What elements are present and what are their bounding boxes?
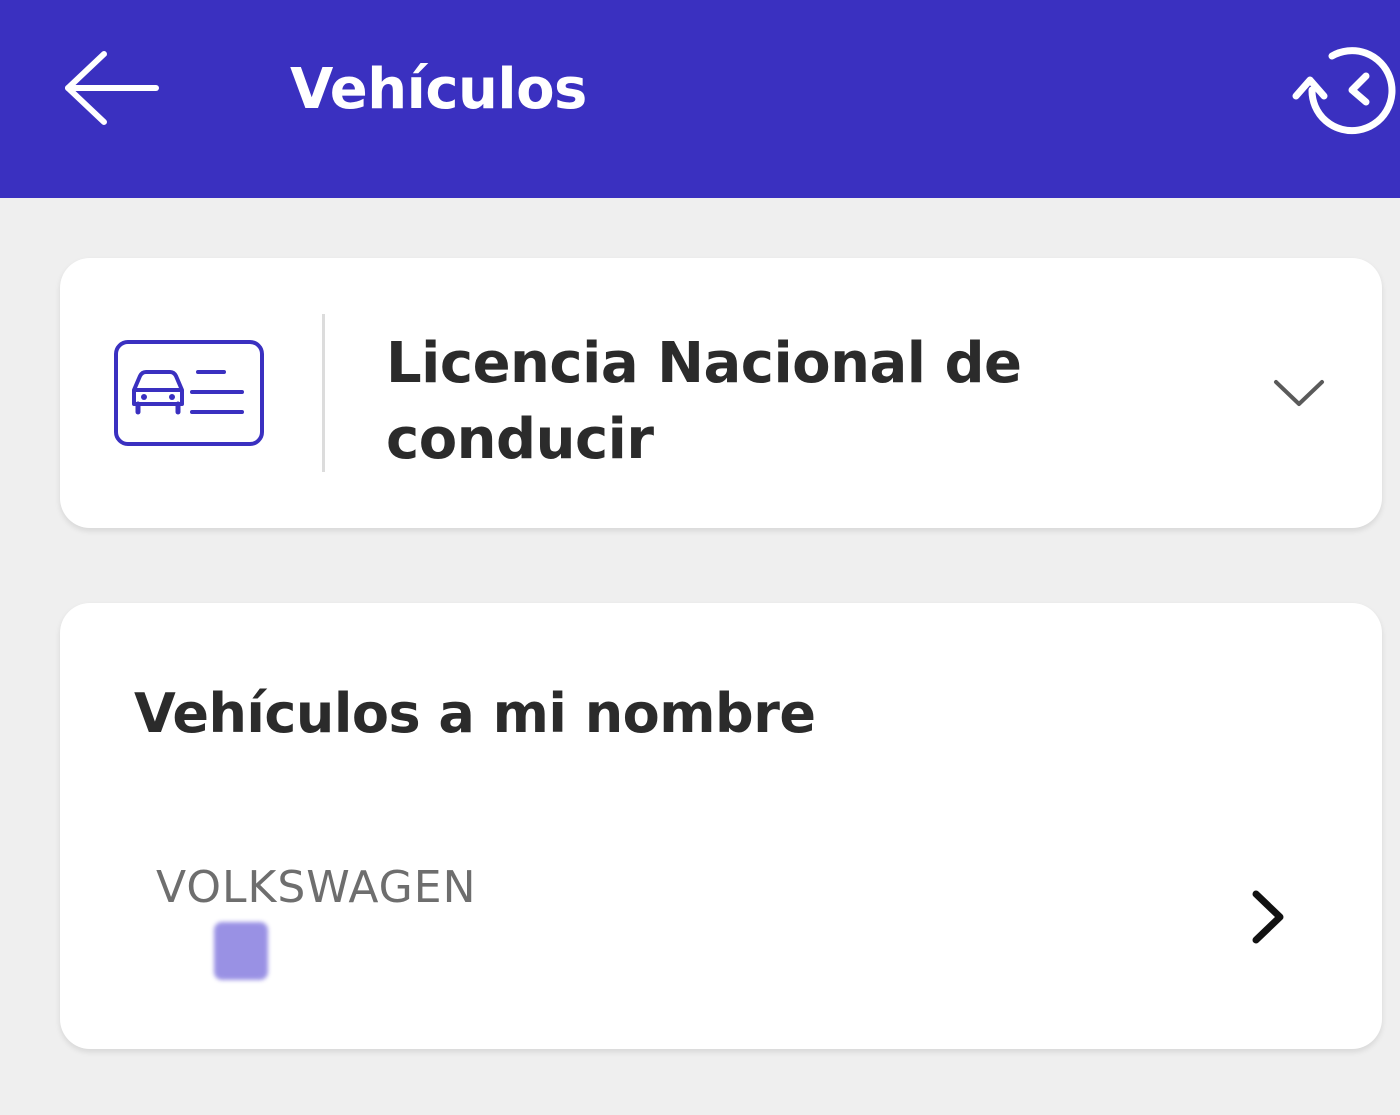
license-title: Licencia Nacional de conducir bbox=[386, 331, 1022, 472]
vehicle-brand: VOLKSWAGEN bbox=[156, 862, 477, 913]
back-button[interactable] bbox=[58, 48, 164, 128]
page-title: Vehículos bbox=[290, 57, 587, 122]
arrow-left-icon bbox=[65, 51, 159, 125]
section-title: Vehículos a mi nombre bbox=[134, 682, 816, 745]
driver-license-icon bbox=[112, 338, 266, 448]
app-bar bbox=[0, 0, 1400, 198]
card-divider bbox=[322, 314, 325, 472]
history-icon bbox=[1292, 47, 1396, 135]
redacted-plate bbox=[214, 922, 268, 980]
chevron-right-icon[interactable] bbox=[1246, 886, 1292, 948]
expand-button[interactable] bbox=[1270, 374, 1328, 412]
history-button[interactable] bbox=[1288, 40, 1396, 136]
chevron-down-icon bbox=[1274, 380, 1324, 406]
